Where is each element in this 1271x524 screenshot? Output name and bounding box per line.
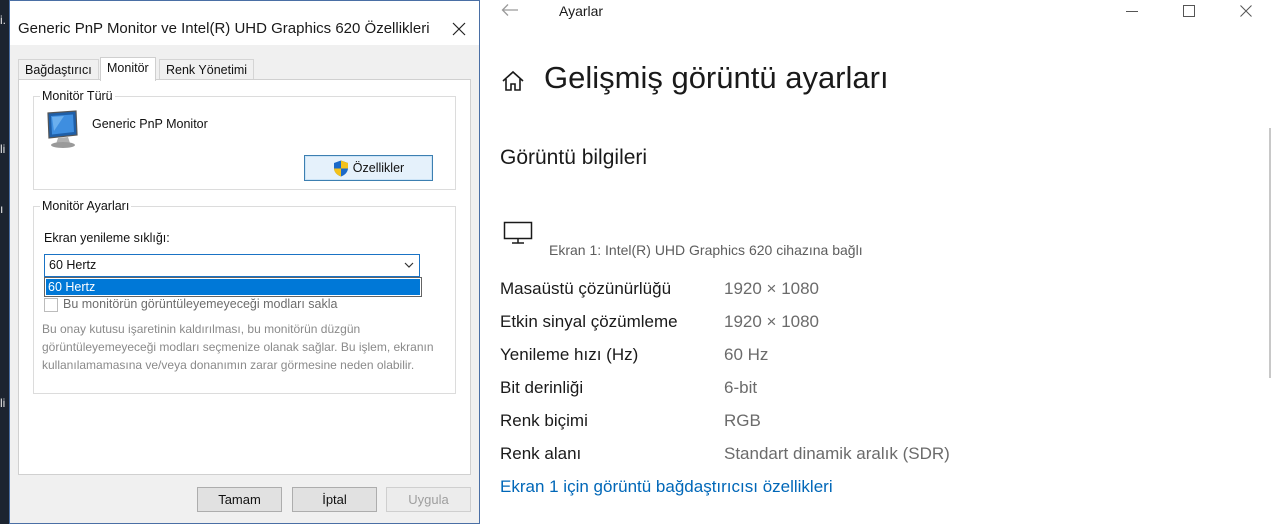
info-value: RGB xyxy=(724,411,761,430)
dialog-close-button[interactable] xyxy=(439,9,479,49)
home-icon[interactable] xyxy=(501,70,525,92)
tab-color-management[interactable]: Renk Yönetimi xyxy=(159,59,255,80)
cancel-button[interactable]: İptal xyxy=(292,487,377,512)
info-key: Bit derinliği xyxy=(500,378,584,397)
close-icon xyxy=(452,22,466,36)
monitor-settings-legend: Monitör Ayarları xyxy=(40,199,132,213)
maximize-icon xyxy=(1183,5,1195,17)
info-value: 6-bit xyxy=(724,378,758,397)
section-title: Görüntü bilgileri xyxy=(500,146,648,169)
display-icon xyxy=(503,221,533,244)
info-key: Etkin sinyal çözümleme xyxy=(500,312,678,331)
info-value: 60 Hz xyxy=(724,345,769,364)
monitor-settings-group: Monitör Ayarları Ekran yenileme sıklığı:… xyxy=(33,199,456,394)
minimize-button[interactable] xyxy=(1109,0,1155,22)
desktop-background: i. li ı li xyxy=(0,0,9,524)
monitor-icon xyxy=(47,110,78,148)
hide-modes-checkbox[interactable] xyxy=(44,298,58,312)
warning-note: Bu onay kutusu işaretinin kaldırılması, … xyxy=(42,322,434,372)
refresh-rate-option[interactable]: 60 Hertz xyxy=(46,279,420,295)
monitor-name: Generic PnP Monitor xyxy=(92,117,208,131)
shield-icon xyxy=(333,160,348,176)
apply-button[interactable]: Uygula xyxy=(386,487,471,512)
monitor-type-group: Monitör Türü Generic PnP Monitor Özellik… xyxy=(33,89,456,190)
monitor-type-legend: Monitör Türü xyxy=(40,89,115,103)
settings-window: Ayarlar Gelişmiş görüntü ayarları Görünt… xyxy=(481,0,1271,524)
info-key: Renk biçimi xyxy=(500,411,588,430)
properties-dialog: Generic PnP Monitor ve Intel(R) UHD Grap… xyxy=(9,0,480,524)
back-arrow-icon[interactable] xyxy=(501,3,519,17)
refresh-rate-dropdown: 60 Hertz xyxy=(44,277,422,297)
refresh-rate-value: 60 Hertz xyxy=(49,258,97,272)
info-value: Standart dinamik aralık (SDR) xyxy=(724,444,950,463)
desktop-glyph: li xyxy=(0,142,6,156)
tab-adapter[interactable]: Bağdaştırıcı xyxy=(18,59,99,80)
monitor-tab-panel: Monitör Türü Generic PnP Monitor Özellik… xyxy=(18,79,471,475)
desktop-glyph: li xyxy=(0,396,6,410)
info-key: Yenileme hızı (Hz) xyxy=(500,345,639,364)
desktop-glyph: ı xyxy=(0,202,4,216)
close-icon xyxy=(1240,5,1252,17)
display-description: Ekran 1: Intel(R) UHD Graphics 620 cihaz… xyxy=(549,242,863,258)
close-window-button[interactable] xyxy=(1223,0,1269,22)
monitor-properties-label: Özellikler xyxy=(352,161,405,175)
refresh-rate-select[interactable]: 60 Hertz xyxy=(44,254,420,277)
dialog-titlebar[interactable]: Generic PnP Monitor ve Intel(R) UHD Grap… xyxy=(10,1,479,45)
app-title: Ayarlar xyxy=(559,3,604,19)
ok-button[interactable]: Tamam xyxy=(197,487,282,512)
adapter-properties-link[interactable]: Ekran 1 için görüntü bağdaştırıcısı özel… xyxy=(500,477,833,497)
tab-monitor[interactable]: Monitör xyxy=(100,57,156,81)
info-key: Renk alanı xyxy=(500,444,582,463)
maximize-button[interactable] xyxy=(1166,0,1212,22)
monitor-properties-button[interactable]: Özellikler xyxy=(304,155,433,181)
chevron-down-icon xyxy=(404,262,414,268)
desktop-glyph: i. xyxy=(0,13,6,27)
minimize-icon xyxy=(1126,11,1138,12)
refresh-rate-label: Ekran yenileme sıklığı: xyxy=(44,231,170,245)
page-title: Gelişmiş görüntü ayarları xyxy=(544,60,889,95)
info-value: 1920 × 1080 xyxy=(724,312,820,331)
dialog-title: Generic PnP Monitor ve Intel(R) UHD Grap… xyxy=(18,20,430,37)
info-value: 1920 × 1080 xyxy=(724,279,820,298)
info-key: Masaüstü çözünürlüğü xyxy=(500,279,672,298)
hide-modes-label: Bu monitörün görüntüleyemeyeceği modları… xyxy=(63,297,338,311)
